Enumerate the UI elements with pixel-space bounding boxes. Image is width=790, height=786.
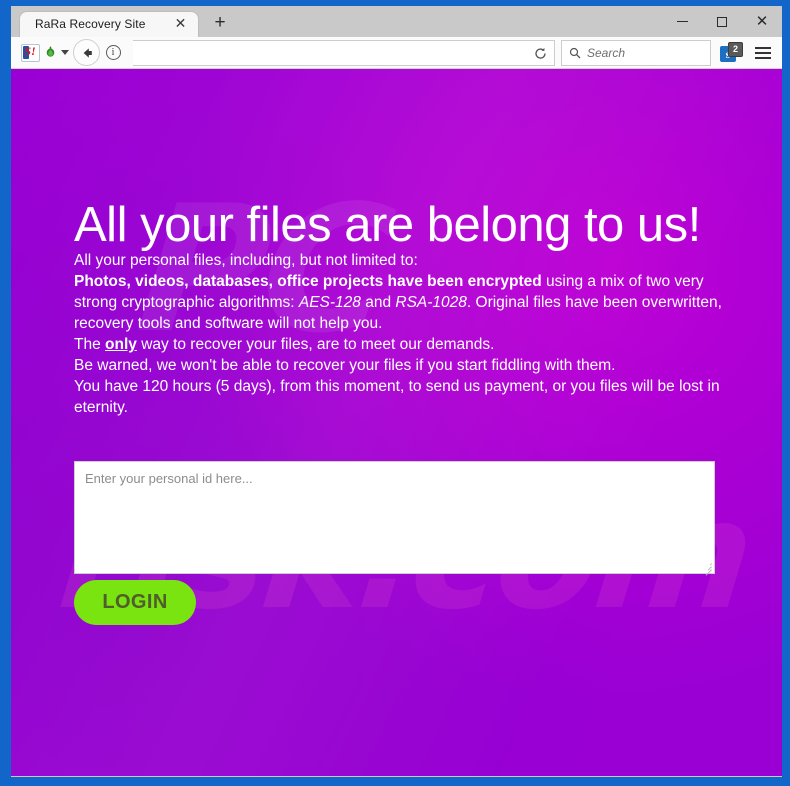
hamburger-line: [755, 56, 771, 59]
algorithm-aes: AES-128: [298, 294, 361, 311]
back-arrow-icon: [83, 47, 92, 58]
minimize-icon: [676, 21, 688, 22]
ransom-note-content: All your files are belong to us! All you…: [11, 69, 782, 625]
close-window-icon: ✕: [755, 13, 769, 30]
new-tab-button[interactable]: +: [211, 13, 229, 32]
maximize-icon: [717, 16, 727, 27]
tab-title: RaRa Recovery Site: [35, 17, 146, 31]
warning-text: Be warned, we won't be able to recover y…: [74, 357, 616, 374]
close-icon[interactable]: ✕: [173, 16, 188, 31]
browser-toolbar: i Search s: [11, 37, 782, 69]
search-box[interactable]: Search: [561, 39, 711, 66]
algorithm-rsa: RSA-1028: [395, 294, 467, 311]
maximize-button[interactable]: [702, 7, 742, 37]
page-info-button[interactable]: i: [100, 40, 126, 66]
reload-icon: [534, 47, 546, 59]
browser-window-inner: RaRa Recovery Site ✕ + ✕ S! i Search 2 P…: [11, 6, 782, 777]
minimize-button[interactable]: [662, 7, 702, 37]
browser-window: RaRa Recovery Site ✕ + ✕ S! i Search 2 P…: [0, 0, 790, 786]
deadline-text: You have 120 hours (5 days), from this m…: [74, 378, 720, 416]
personal-id-placeholder: Enter your personal id here...: [85, 471, 253, 486]
onion-extension-button[interactable]: [43, 40, 69, 66]
only-pre-text: The: [74, 336, 106, 353]
encrypted-rest-2: and: [360, 294, 396, 311]
tab-rara-recovery-site[interactable]: RaRa Recovery Site ✕: [20, 12, 198, 37]
window-controls: ✕: [662, 6, 782, 37]
chevron-down-icon: [61, 50, 69, 55]
page-title: All your files are belong to us!: [74, 198, 701, 252]
only-post-text: way to recover your files, are to meet o…: [136, 336, 495, 353]
ransom-note-page: PC risk.com All your files are belong to…: [11, 69, 782, 776]
hamburger-line: [755, 51, 771, 54]
tab-strip: RaRa Recovery Site ✕ + ✕: [11, 6, 782, 37]
yahoo-toolbar-button[interactable]: [17, 40, 43, 66]
hamburger-line: [755, 46, 771, 49]
info-icon: i: [105, 45, 121, 60]
skype-badge-count: 2: [728, 41, 743, 57]
only-emphasis: only: [105, 336, 137, 353]
close-window-button[interactable]: ✕: [742, 7, 782, 37]
search-input-placeholder: Search: [587, 45, 626, 60]
search-icon: [569, 47, 581, 58]
resize-handle-icon[interactable]: [702, 561, 712, 576]
yahoo-icon: [20, 43, 40, 62]
intro-text: All your personal files, including, but …: [74, 252, 418, 269]
menu-button[interactable]: [750, 40, 776, 66]
only-way-text: The only way to recover your files, are …: [74, 334, 726, 355]
onion-icon: [46, 46, 55, 57]
encrypted-bold-text: Photos, videos, databases, office projec…: [74, 273, 542, 290]
skype-extension-button[interactable]: s 2: [720, 41, 744, 64]
personal-id-input[interactable]: Enter your personal id here...: [74, 461, 715, 576]
address-bar[interactable]: [133, 39, 555, 66]
login-button[interactable]: LOGIN: [74, 580, 196, 625]
reload-button[interactable]: [530, 44, 550, 64]
back-button[interactable]: [73, 39, 100, 66]
encryption-text: Photos, videos, databases, office projec…: [74, 271, 726, 334]
